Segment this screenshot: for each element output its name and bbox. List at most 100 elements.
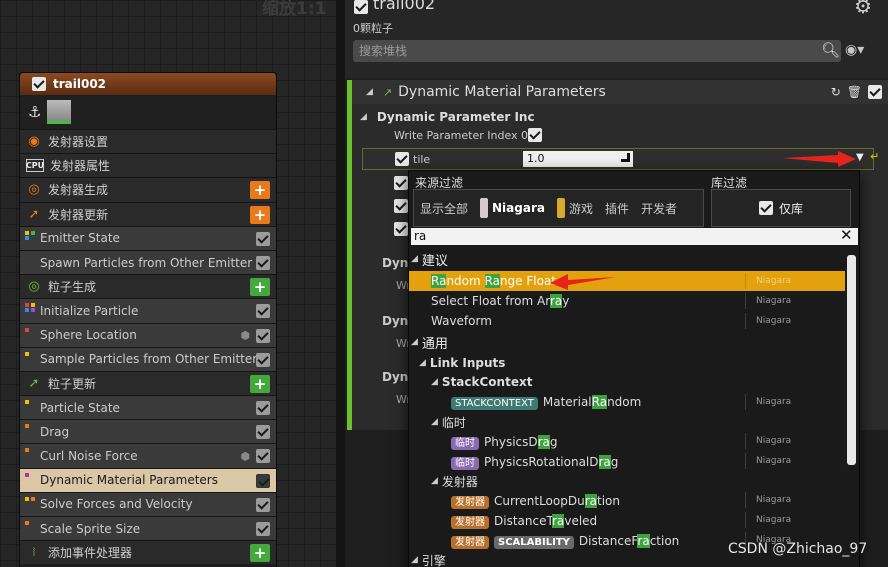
menu-item-material-random[interactable]: STACKCONTEXT MaterialRandom Niagara: [409, 392, 845, 412]
pin-icon[interactable]: ⚓: [28, 103, 41, 121]
add-module-button[interactable]: +: [250, 278, 270, 297]
write-index-checkbox[interactable]: [528, 128, 542, 142]
stack-module-row[interactable]: Curl Noise Force ⬢: [20, 443, 276, 468]
category-common[interactable]: ◢ 通用: [411, 332, 845, 352]
stack-module-row[interactable]: Scale Sprite Size: [20, 516, 276, 541]
stack-module-row[interactable]: Dynamic Material Parameters: [20, 467, 276, 492]
emitter-enable-checkbox[interactable]: [32, 77, 46, 91]
event-handler-icon: ⧘: [32, 545, 36, 561]
add-module-button[interactable]: +: [250, 544, 270, 563]
stack-row-label: 发射器生成: [48, 183, 109, 198]
param-group-header[interactable]: ◢ Dynamic Parameter Inc: [360, 107, 535, 127]
library-only-checkbox[interactable]: [758, 201, 773, 215]
menu-scrollbar[interactable]: [847, 255, 856, 465]
source-filter-option[interactable]: Niagara: [474, 190, 551, 226]
refresh-icon[interactable]: ↻: [831, 85, 841, 99]
library-only-toggle[interactable]: 仅库: [711, 189, 851, 227]
menu-result-list: ◢ 建议 Random Range Float Niagara Select F…: [409, 249, 845, 567]
menu-item-distance-traveled[interactable]: 发射器 DistanceTraveled Niagara: [409, 510, 845, 530]
module-enable-checkbox[interactable]: [868, 85, 882, 99]
stack-module-row[interactable]: Emitter State: [20, 225, 276, 250]
item-source: Niagara: [745, 492, 791, 508]
source-filter-option[interactable]: 显示全部: [414, 190, 474, 226]
emitter-graph-canvas[interactable]: 缩放1:1 trail002 ⚓ ◉ 发射器设置 CPU 发射器属性 ◎ 发射器生成 + ➚ 发…: [0, 0, 336, 567]
item-source: Niagara: [745, 453, 791, 469]
zoom-label: 缩放1:1: [262, 0, 327, 19]
module-enable-checkbox[interactable]: [256, 473, 270, 488]
add-module-button[interactable]: +: [250, 181, 270, 200]
module-enable-checkbox[interactable]: [256, 352, 270, 367]
category-emitter[interactable]: ◢ 发射器: [431, 471, 845, 491]
hidden-param-checkbox[interactable]: [394, 199, 408, 213]
menu-item-physics-drag[interactable]: 临时 PhysicsDrag Niagara: [409, 431, 845, 451]
stack-group-row[interactable]: ⧘ 添加事件处理器 +: [20, 540, 276, 565]
stack-group-row[interactable]: ◉ 发射器设置: [20, 129, 276, 154]
emitter-thumbnail[interactable]: [47, 100, 72, 124]
module-header[interactable]: ◢ ↗ Dynamic Material Parameters: [352, 80, 888, 104]
stack-row-label: 发射器设置: [48, 135, 109, 150]
stack-module-row[interactable]: Sphere Location ⬢: [20, 322, 276, 347]
gear-icon[interactable]: ⚙: [854, 0, 872, 18]
menu-item-current-loop-duration[interactable]: 发射器 CurrentLoopDuration Niagara: [409, 490, 845, 510]
stack-group-row[interactable]: ➚ 发射器更新 +: [20, 201, 276, 226]
module-enable-checkbox[interactable]: [256, 304, 270, 319]
emitter-spawn-icon: ◎: [28, 182, 40, 198]
menu-item-waveform[interactable]: Waveform Niagara: [409, 311, 845, 331]
menu-item-physics-rotational-drag[interactable]: 临时 PhysicsRotationalDrag Niagara: [409, 451, 845, 471]
stack-module-row[interactable]: Sample Particles from Other Emitter: [20, 346, 276, 371]
reset-arrow-icon[interactable]: ↵: [870, 150, 879, 163]
temp-tag: 临时: [451, 436, 479, 450]
module-enable-checkbox[interactable]: [256, 231, 270, 246]
eye-visibility-icon[interactable]: ◉▾: [845, 42, 864, 58]
menu-item-select-float[interactable]: Select Float from Array Niagara: [409, 291, 845, 311]
hidden-param-checkbox[interactable]: [394, 222, 408, 236]
details-header: trail002 0颗粒子 ⚙ 搜索堆栈 🔍︎ ◉▾: [345, 0, 888, 78]
category-stack-context[interactable]: ◢ StackContext: [431, 372, 845, 392]
source-filter-option[interactable]: 开发者: [635, 190, 683, 226]
stack-module-row[interactable]: Particle State: [20, 395, 276, 420]
collapse-triangle-icon[interactable]: ◢: [366, 87, 373, 97]
hidden-param-checkbox[interactable]: [394, 176, 408, 190]
module-enable-checkbox[interactable]: [256, 328, 270, 343]
stack-search-input[interactable]: 搜索堆栈: [353, 40, 841, 62]
add-module-button[interactable]: +: [250, 205, 270, 224]
module-dots-icon: [25, 327, 39, 336]
stack-row-label: 发射器属性: [50, 159, 111, 174]
menu-item-random-range-float[interactable]: Random Range Float Niagara: [409, 271, 845, 291]
stack-group-row[interactable]: ➚ 粒子更新 +: [20, 370, 276, 396]
stack-module-row[interactable]: Spawn Particles from Other Emitter: [20, 249, 276, 275]
stack-group-row[interactable]: ◎ 发射器生成 +: [20, 177, 276, 202]
tile-value-input[interactable]: 1.0: [523, 151, 633, 167]
module-enable-checkbox[interactable]: [256, 255, 270, 270]
add-module-button[interactable]: +: [250, 374, 270, 393]
details-enable-checkbox[interactable]: [354, 0, 368, 14]
temp-tag: 临时: [451, 456, 479, 470]
collapse-triangle-icon: ◢: [411, 555, 418, 565]
stack-group-row[interactable]: ◎ 粒子生成 +: [20, 274, 276, 299]
category-link-inputs[interactable]: ◢ Link Inputs: [419, 353, 845, 373]
stack-module-row[interactable]: Solve Forces and Velocity: [20, 491, 276, 516]
module-enable-checkbox[interactable]: [256, 425, 270, 440]
emitter-node[interactable]: trail002 ⚓ ◉ 发射器设置 CPU 发射器属性 ◎ 发射器生成 + ➚ 发射器更新 + E…: [19, 72, 277, 567]
resize-handle-icon[interactable]: [621, 153, 630, 162]
source-filter-option[interactable]: 游戏: [551, 190, 599, 226]
module-enable-checkbox[interactable]: [256, 449, 270, 464]
module-enable-checkbox[interactable]: [256, 522, 270, 536]
emitter-tag: 发射器: [451, 515, 489, 529]
collapse-triangle-icon[interactable]: ◢: [360, 112, 367, 122]
source-filter-option[interactable]: 插件: [599, 190, 635, 226]
category-temp[interactable]: ◢ 临时: [431, 412, 845, 432]
search-icon[interactable]: 🔍︎: [821, 41, 840, 59]
param-group-title: Dynamic Parameter Inc: [376, 110, 535, 124]
stack-module-row[interactable]: Initialize Particle: [20, 298, 276, 323]
menu-search-input[interactable]: ra: [411, 228, 858, 245]
module-enable-checkbox[interactable]: [256, 497, 270, 512]
stack-group-row[interactable]: CPU 发射器属性: [20, 153, 276, 178]
category-suggest[interactable]: ◢ 建议: [411, 249, 845, 269]
close-icon[interactable]: ✕: [840, 226, 853, 244]
stack-module-row[interactable]: Drag: [20, 419, 276, 444]
module-enable-checkbox[interactable]: [256, 401, 270, 416]
tile-checkbox[interactable]: [395, 152, 409, 166]
emitter-node-header[interactable]: trail002: [20, 73, 276, 95]
trash-icon[interactable]: 🗑︎: [847, 85, 862, 99]
